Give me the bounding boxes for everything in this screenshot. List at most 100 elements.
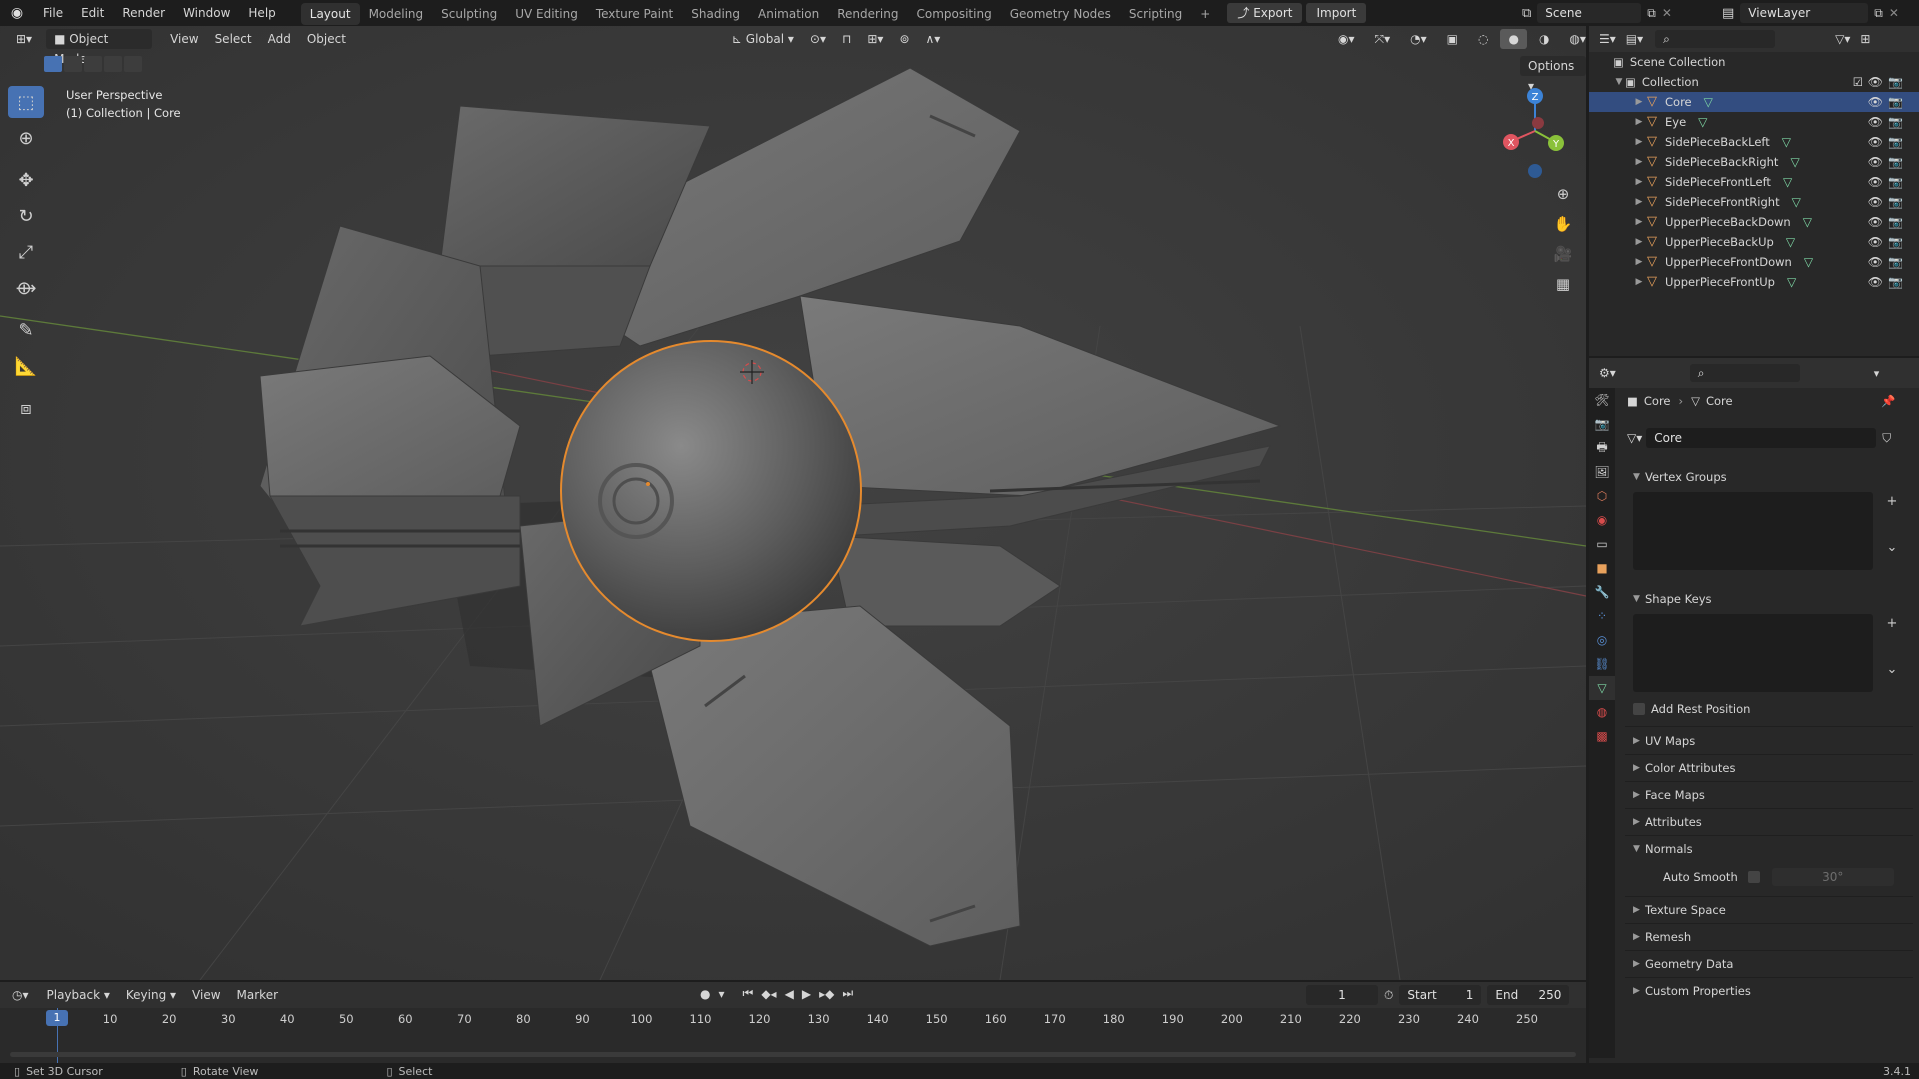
shape-keys-panel-header[interactable]: ▼ Shape Keys <box>1633 588 1913 610</box>
select-invert-icon[interactable] <box>104 56 122 72</box>
output-tab-icon[interactable]: 🖶 <box>1589 436 1615 460</box>
physics-tab-icon[interactable]: ◎ <box>1589 628 1615 652</box>
eye-icon[interactable]: 👁 <box>1868 135 1883 149</box>
modifier-tab-icon[interactable]: 🔧 <box>1589 580 1615 604</box>
camera-icon[interactable]: 📷 <box>1888 115 1903 129</box>
menu-edit[interactable]: Edit <box>72 0 113 26</box>
vertex-groups-list[interactable] <box>1633 492 1873 570</box>
checkbox-icon[interactable]: ☑ <box>1853 75 1863 89</box>
eye-icon[interactable]: 👁 <box>1868 255 1883 269</box>
tab-compositing[interactable]: Compositing <box>907 3 1000 25</box>
camera-icon[interactable]: 📷 <box>1888 95 1903 109</box>
eye-icon[interactable]: 👁 <box>1868 175 1883 189</box>
mesh-browse-icon[interactable]: ▽▾ <box>1627 431 1642 445</box>
add-cube-tool-icon[interactable]: ⧈ <box>8 392 44 424</box>
expand-icon[interactable]: ▶ <box>1633 197 1645 207</box>
eye-icon[interactable]: 👁 <box>1868 195 1883 209</box>
world-tab-icon[interactable]: ◉ <box>1589 508 1615 532</box>
outliner-scene-collection[interactable]: ▣ Scene Collection <box>1589 52 1919 72</box>
add-rest-position-checkbox[interactable] <box>1633 703 1645 715</box>
tab-rendering[interactable]: Rendering <box>828 3 907 25</box>
camera-icon[interactable]: 📷 <box>1888 215 1903 229</box>
eye-icon[interactable]: 👁 <box>1868 75 1883 89</box>
outliner-item[interactable]: ▶ ▽ SidePieceBackRight ▽ 👁 📷 <box>1589 152 1919 172</box>
menu-file[interactable]: File <box>34 0 72 26</box>
gizmo-toggle-icon[interactable]: ⤧▾ <box>1367 29 1399 49</box>
expand-icon[interactable]: ▶ <box>1633 137 1645 147</box>
shading-wireframe-icon[interactable]: ◌ <box>1470 29 1496 49</box>
camera-icon[interactable]: 📷 <box>1888 175 1903 189</box>
vertex-groups-panel-header[interactable]: ▼ Vertex Groups <box>1633 466 1913 488</box>
expand-icon[interactable]: ▶ <box>1633 117 1645 127</box>
menu-help[interactable]: Help <box>239 0 284 26</box>
pin-icon[interactable]: 📌 <box>1881 394 1895 408</box>
mesh-data-icon[interactable]: ▽ <box>1782 135 1791 149</box>
collection-tab-icon[interactable]: ▭ <box>1589 532 1615 556</box>
add-shape-key-icon[interactable]: + <box>1883 614 1901 632</box>
object-tab-icon[interactable]: ■ <box>1589 556 1615 580</box>
texture-tab-icon[interactable]: ▩ <box>1589 724 1615 748</box>
mesh-data-icon[interactable]: ▽ <box>1803 215 1812 229</box>
cursor-tool-icon[interactable]: ⊕ <box>8 122 44 154</box>
camera-icon[interactable]: 📷 <box>1888 275 1903 289</box>
face-maps-panel-header[interactable]: ▶ Face Maps <box>1633 784 1913 806</box>
delete-scene-icon[interactable]: ✕ <box>1662 6 1672 20</box>
menu-add[interactable]: Add <box>260 29 299 49</box>
properties-search-input[interactable]: ⌕ <box>1689 364 1800 382</box>
ortho-grid-icon[interactable]: ▦ <box>1549 270 1577 298</box>
tab-scripting[interactable]: Scripting <box>1120 3 1191 25</box>
pivot-point-icon[interactable]: ⊙▾ <box>802 29 834 49</box>
add-workspace-button[interactable]: + <box>1191 3 1219 25</box>
attributes-panel-header[interactable]: ▶ Attributes <box>1633 811 1913 833</box>
outliner-item[interactable]: ▶ ▽ Core ▽ 👁 📷 <box>1589 92 1919 112</box>
annotate-tool-icon[interactable]: ✎ <box>8 314 44 346</box>
vertex-group-menu-icon[interactable]: ⌄ <box>1883 538 1901 556</box>
select-subtract-icon[interactable] <box>84 56 102 72</box>
camera-icon[interactable]: 📷 <box>1888 255 1903 269</box>
shape-key-menu-icon[interactable]: ⌄ <box>1883 660 1901 678</box>
mesh-data-icon[interactable]: ▽ <box>1704 95 1713 109</box>
viewlayer-icon[interactable]: ▤ <box>1722 6 1734 21</box>
snap-icon[interactable]: ⊓ <box>834 29 859 49</box>
pan-hand-icon[interactable]: ✋ <box>1549 210 1577 238</box>
eye-icon[interactable]: 👁 <box>1868 95 1883 109</box>
new-viewlayer-icon[interactable]: ⧉ <box>1874 6 1883 21</box>
camera-icon[interactable]: 📷 <box>1888 195 1903 209</box>
scene-icon[interactable]: ⧉ <box>1522 6 1531 21</box>
playhead-frame-indicator[interactable]: 1 <box>46 1010 68 1026</box>
3d-viewport[interactable]: ⊞▾ ■ Object Mode ▾ View Select Add Objec… <box>0 26 1586 980</box>
new-collection-icon[interactable]: ⊞ <box>1860 32 1870 46</box>
expand-icon[interactable]: ▶ <box>1633 277 1645 287</box>
menu-render[interactable]: Render <box>113 0 174 26</box>
mesh-data-icon[interactable]: ▽ <box>1804 255 1813 269</box>
expand-icon[interactable]: ▶ <box>1633 217 1645 227</box>
overlays-toggle-icon[interactable]: ◔▾ <box>1402 29 1435 49</box>
visibility-icon[interactable]: ◉▾ <box>1330 29 1363 49</box>
tab-texture-paint[interactable]: Texture Paint <box>587 3 682 25</box>
display-mode-icon[interactable]: ▤▾ <box>1626 32 1643 46</box>
options-dropdown[interactable]: Options ▾ <box>1520 56 1586 93</box>
scale-tool-icon[interactable]: ⤢ <box>8 236 44 268</box>
delete-viewlayer-icon[interactable]: ✕ <box>1889 6 1899 20</box>
shading-rendered-icon[interactable]: ◍▾ <box>1561 29 1586 49</box>
outliner-item[interactable]: ▶ ▽ SidePieceBackLeft ▽ 👁 📷 <box>1589 132 1919 152</box>
zoom-icon[interactable]: ⊕ <box>1549 180 1577 208</box>
outliner-item[interactable]: ▶ ▽ UpperPieceFrontDown ▽ 👁 📷 <box>1589 252 1919 272</box>
outliner-search-input[interactable]: ⌕ <box>1655 30 1776 48</box>
auto-smooth-angle-field[interactable]: 30° <box>1771 868 1894 886</box>
select-intersect-icon[interactable] <box>124 56 142 72</box>
outliner-item[interactable]: ▶ ▽ Eye ▽ 👁 📷 <box>1589 112 1919 132</box>
eye-icon[interactable]: 👁 <box>1868 215 1883 229</box>
material-tab-icon[interactable]: ◍ <box>1589 700 1615 724</box>
tab-sculpting[interactable]: Sculpting <box>432 3 506 25</box>
camera-icon[interactable]: 📷 <box>1888 155 1903 169</box>
mesh-data-icon[interactable]: ▽ <box>1792 195 1801 209</box>
tab-animation[interactable]: Animation <box>749 3 828 25</box>
menu-select[interactable]: Select <box>207 29 260 49</box>
shading-material-icon[interactable]: ◑ <box>1531 29 1557 49</box>
measure-tool-icon[interactable]: 📐 <box>8 350 44 382</box>
expand-icon[interactable]: ▼ <box>1613 77 1625 87</box>
timeline-scrollbar[interactable] <box>10 1052 1576 1057</box>
particles-tab-icon[interactable]: ⁘ <box>1589 604 1615 628</box>
expand-icon[interactable]: ▶ <box>1633 157 1645 167</box>
